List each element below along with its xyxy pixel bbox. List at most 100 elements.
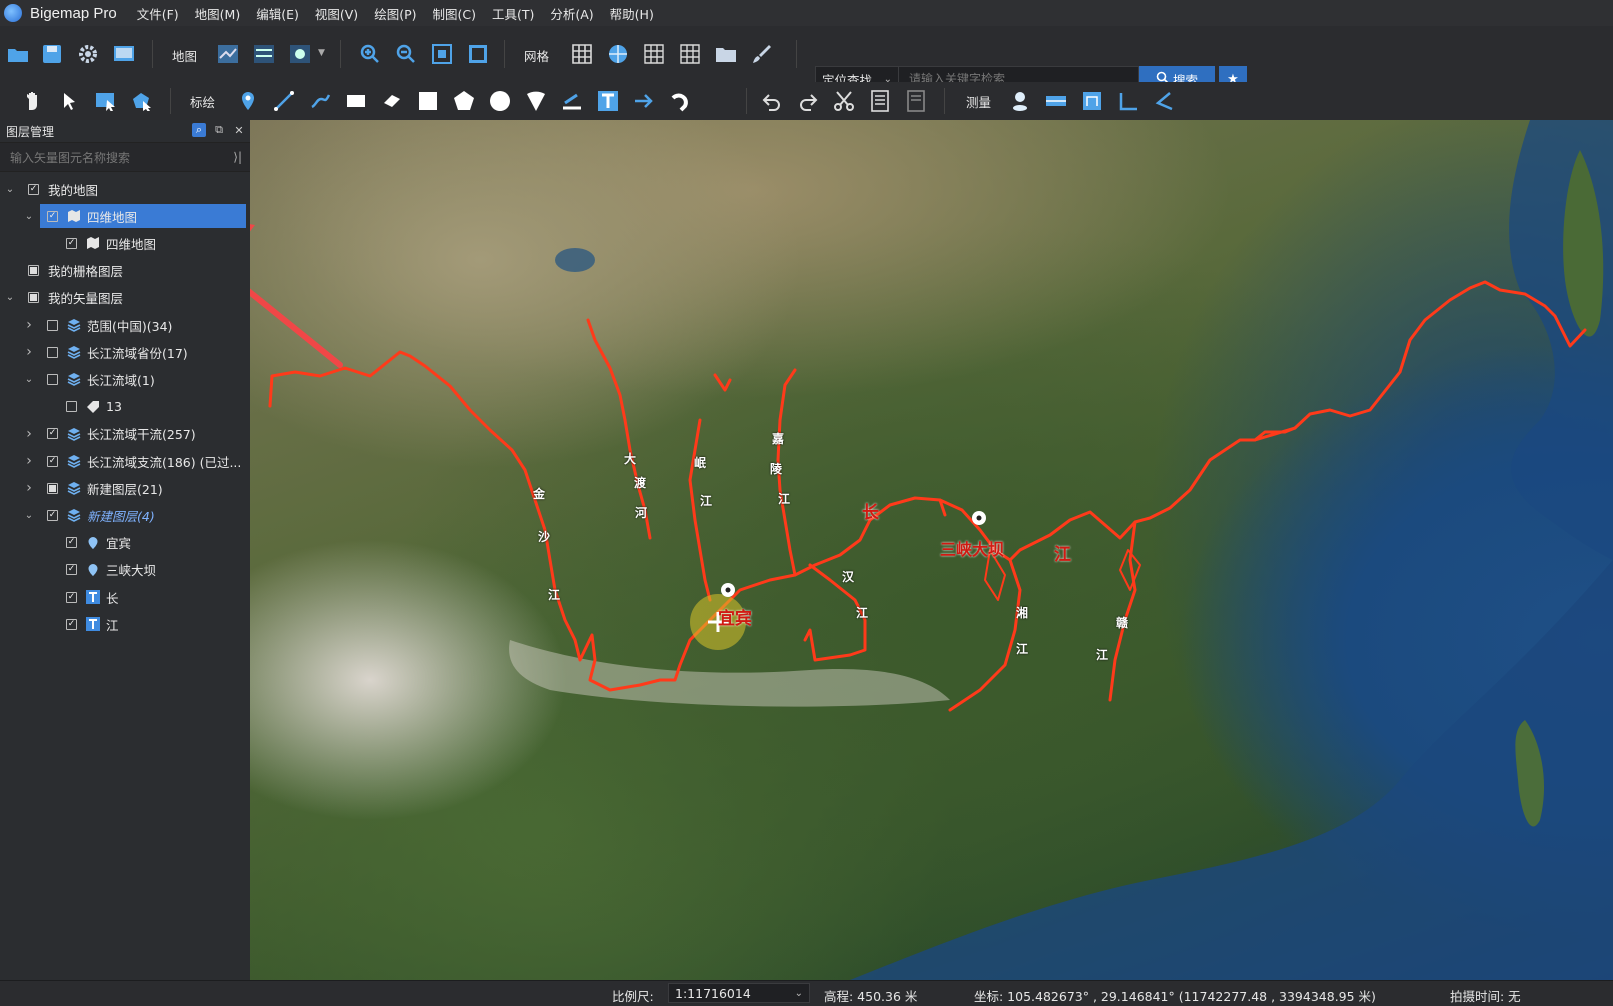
layer-checkbox[interactable] [47, 373, 58, 385]
brush-icon[interactable] [750, 42, 774, 66]
layer-checkbox[interactable] [47, 346, 58, 358]
layer-checkbox[interactable] [66, 401, 77, 413]
menu-view[interactable]: 视图(V) [315, 4, 358, 23]
freehand-line-icon[interactable] [308, 89, 332, 113]
polygon-select-icon[interactable] [130, 89, 154, 113]
redo-icon[interactable] [796, 89, 820, 113]
save-icon[interactable] [40, 42, 64, 66]
layer-switch-icon[interactable] [288, 42, 312, 66]
circle-icon[interactable] [488, 89, 512, 113]
layer-checkbox[interactable] [28, 265, 39, 277]
layer-checkbox[interactable] [47, 319, 58, 331]
layer-checkbox[interactable]: ✓ [66, 237, 77, 249]
zoom-out-icon[interactable] [394, 42, 418, 66]
close-icon[interactable]: ✕ [232, 123, 246, 137]
folder-icon[interactable] [714, 42, 738, 66]
layer-tree-item[interactable]: › 长江流域省份(17) [0, 339, 250, 365]
menu-cartography[interactable]: 制图(C) [432, 4, 475, 23]
undo-icon[interactable] [760, 89, 784, 113]
measure-distance-icon[interactable] [1044, 89, 1068, 113]
layer-checkbox[interactable]: ✓ [66, 591, 77, 603]
layer-checkbox[interactable]: ✓ [28, 183, 39, 195]
layer-tree-item[interactable]: ⌄ 长江流域(1) [0, 366, 250, 392]
ruler-draw-icon[interactable] [560, 89, 584, 113]
layer-tree-item[interactable]: ✓ 四维地图 [0, 230, 250, 256]
layer-checkbox[interactable]: ✓ [47, 428, 58, 440]
layer-checkbox[interactable] [47, 482, 58, 494]
expand-chevron-icon[interactable]: ⌄ [23, 211, 35, 222]
pan-hand-icon[interactable] [22, 89, 46, 113]
layer-checkbox[interactable]: ✓ [66, 618, 77, 630]
layer-tree-item[interactable]: › ✓ 长江流域支流(186) (已过... [0, 448, 250, 474]
menu-analysis[interactable]: 分析(A) [550, 4, 593, 23]
scissors-icon[interactable] [832, 89, 856, 113]
utm-grid-icon[interactable] [678, 42, 702, 66]
layer-checkbox[interactable]: ✓ [47, 455, 58, 467]
menu-tools[interactable]: 工具(T) [492, 4, 534, 23]
layer-tree-item[interactable]: ⌄ ✓ 我的地图 [0, 176, 250, 202]
zoom-extent-icon[interactable] [430, 42, 454, 66]
menu-draw[interactable]: 绘图(P) [374, 4, 416, 23]
layer-tree-item[interactable]: ✓ 宜宾 [0, 530, 250, 556]
grid-icon[interactable] [570, 42, 594, 66]
rectangle-draw-icon[interactable] [344, 89, 368, 113]
eraser-icon[interactable] [380, 89, 404, 113]
layer-tree-item[interactable]: ⌄ ✓ 新建图层(4) [0, 502, 250, 528]
satellite-map-icon[interactable] [252, 42, 276, 66]
km-grid-icon[interactable] [642, 42, 666, 66]
list-doc-icon[interactable] [904, 89, 928, 113]
collapse-chevron-icon[interactable]: › [23, 480, 35, 496]
text-tool-icon[interactable] [596, 89, 620, 113]
layer-tree-item[interactable]: ⌄ 我的矢量图层 [0, 285, 250, 311]
square-icon[interactable] [416, 89, 440, 113]
menu-map[interactable]: 地图(M) [195, 4, 241, 23]
scale-select[interactable]: 1:11716014 ⌄ [668, 983, 810, 1003]
layer-tree-item[interactable]: 我的栅格图层 [0, 258, 250, 284]
layer-checkbox[interactable] [28, 292, 39, 304]
measure-area-icon[interactable] [1080, 89, 1104, 113]
collapse-chevron-icon[interactable]: › [23, 317, 35, 333]
chevron-down-icon[interactable]: ▼ [318, 48, 325, 58]
curved-arrow-icon[interactable] [668, 89, 692, 113]
collapse-chevron-icon[interactable]: › [23, 453, 35, 469]
expand-chevron-icon[interactable]: ⌄ [23, 374, 35, 385]
layer-tree-item[interactable]: 13 [0, 394, 250, 420]
open-folder-icon[interactable] [6, 42, 30, 66]
pentagon-icon[interactable] [452, 89, 476, 113]
layer-tree-item[interactable]: ✓ 三峡大坝 [0, 557, 250, 583]
collapse-chevron-icon[interactable]: › [23, 344, 35, 360]
arrow-draw-icon[interactable] [632, 89, 656, 113]
layer-tree-item[interactable]: ✓ 江 [0, 611, 250, 637]
layer-search-field[interactable]: 输入矢量图元名称搜索 ⟩| [0, 142, 250, 172]
select-pointer-icon[interactable] [58, 89, 82, 113]
expand-chevron-icon[interactable]: ⌄ [4, 292, 16, 303]
box-select-icon[interactable] [94, 89, 118, 113]
marker-icon[interactable] [236, 89, 260, 113]
azimuth-icon[interactable] [1152, 89, 1176, 113]
map-canvas[interactable]: 金 沙 江 大 渡 河 岷 江 嘉 陵 江 汉 江 湘 江 赣 江 宜宾 三峡大… [250, 120, 1613, 980]
menu-file[interactable]: 文件(F) [137, 4, 179, 23]
location-person-icon[interactable] [1008, 89, 1032, 113]
layer-tree-item[interactable]: ✓ 长 [0, 584, 250, 610]
polyline-icon[interactable] [272, 89, 296, 113]
globe-grid-icon[interactable] [606, 42, 630, 66]
sector-icon[interactable] [524, 89, 548, 113]
layer-tree-item[interactable]: › 新建图层(21) [0, 475, 250, 501]
search-icon[interactable]: ⌕ [192, 123, 206, 137]
layer-checkbox[interactable]: ✓ [47, 210, 58, 222]
zoom-in-icon[interactable] [358, 42, 382, 66]
menu-edit[interactable]: 编辑(E) [256, 4, 299, 23]
layer-tree-item[interactable]: › ✓ 长江流域干流(257) [0, 421, 250, 447]
layer-tree-item[interactable]: › 范围(中国)(34) [0, 312, 250, 338]
layer-tree-item[interactable]: ⌄ ✓ 四维地图 [0, 203, 250, 229]
measure-angle-icon[interactable] [1116, 89, 1140, 113]
layer-checkbox[interactable]: ✓ [66, 564, 77, 576]
full-extent-icon[interactable] [466, 42, 490, 66]
attribute-table-icon[interactable] [868, 89, 892, 113]
menu-help[interactable]: 帮助(H) [610, 4, 654, 23]
collapse-panel-icon[interactable]: ⟩| [233, 150, 242, 164]
expand-chevron-icon[interactable]: ⌄ [4, 184, 16, 195]
screen-icon[interactable] [112, 42, 136, 66]
collapse-chevron-icon[interactable]: › [23, 426, 35, 442]
float-window-icon[interactable]: ⧉ [212, 123, 226, 137]
